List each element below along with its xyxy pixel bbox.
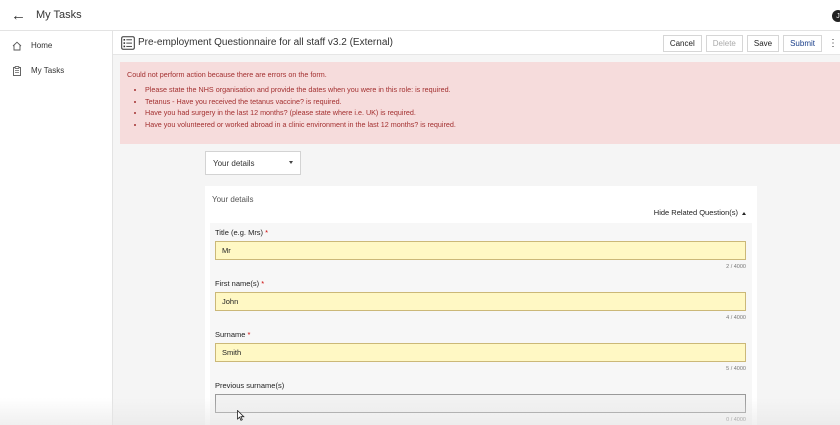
field-title: Title (e.g. Mrs) * Mr 2 / 4000 [215,228,746,270]
sidebar-item-label: Home [31,41,53,50]
form-list-icon [121,35,135,50]
hide-related-questions-button[interactable]: Hide Related Question(s) [654,208,746,217]
mouse-cursor-icon [237,410,245,421]
error-item: Have you had surgery in the last 12 mont… [145,109,833,118]
error-summary-text: Could not perform action because there a… [127,70,327,79]
submit-button[interactable]: Submit [783,34,822,52]
field-label: Surname * [215,330,746,339]
form-title: Pre-employment Questionnaire for all sta… [138,37,393,48]
sidebar-item-my-tasks[interactable]: My Tasks [0,58,112,83]
required-marker: * [247,330,251,339]
app-title: My Tasks [36,9,82,21]
previous-surname-input[interactable] [215,394,746,413]
field-surname: Surname * Smith 5 / 4000 [215,330,746,372]
cancel-button[interactable]: Cancel [662,34,702,52]
field-label-text: Surname [215,330,246,339]
field-previous-surname: Previous surname(s) 0 / 4000 [215,381,746,423]
sidebar-item-label: My Tasks [31,66,65,75]
section-dropdown[interactable]: Your details [205,151,301,175]
sidebar: Home My Tasks [0,31,113,425]
caret-down-icon [289,161,293,164]
title-input[interactable]: Mr [215,241,746,260]
char-counter: 4 / 4000 [726,315,746,321]
error-item: Have you volunteered or worked abroad in… [145,120,833,129]
top-bar: ← My Tasks J [0,0,840,31]
char-counter: 2 / 4000 [726,264,746,270]
avatar[interactable]: J [832,10,840,22]
error-item: Tetanus - Have you received the tetanus … [145,97,833,106]
form-actions: Cancel Delete Save Submit ⋮ [662,31,840,55]
questions-area: Title (e.g. Mrs) * Mr 2 / 4000 First nam… [210,223,752,425]
required-marker: * [261,279,265,288]
field-label: First name(s) * [215,279,746,288]
error-item: Please state the NHS organisation and pr… [145,85,833,94]
more-options-icon[interactable]: ⋮ [828,38,838,49]
field-first-name: First name(s) * John 4 / 4000 [215,279,746,321]
hide-related-label: Hide Related Question(s) [653,208,738,217]
error-summary: Could not perform action because there a… [120,62,840,144]
char-counter: 0 / 4000 [726,417,746,423]
sidebar-item-home[interactable]: Home [0,33,112,58]
error-list: Please state the NHS organisation and pr… [145,85,833,129]
field-label-text: Title (e.g. Mrs) [215,228,264,237]
char-counter: 5 / 4000 [726,366,746,372]
field-label: Title (e.g. Mrs) * [215,228,746,237]
panel-title: Your details [212,195,254,204]
field-label-text: First name(s) [215,279,260,288]
clipboard-icon [13,65,21,76]
home-icon [12,41,22,50]
first-name-input[interactable]: John [215,292,746,311]
section-dropdown-value: Your details [213,158,255,168]
field-label: Previous surname(s) [215,381,285,390]
surname-input[interactable]: Smith [215,343,746,362]
section-panel: Your details Hide Related Question(s) Ti… [205,186,757,425]
required-marker: * [265,228,269,237]
back-arrow-icon[interactable]: ← [11,7,31,24]
caret-up-icon [742,211,746,215]
delete-button[interactable]: Delete [705,34,743,52]
save-button[interactable]: Save [746,34,780,52]
form-header: Pre-employment Questionnaire for all sta… [113,31,840,55]
